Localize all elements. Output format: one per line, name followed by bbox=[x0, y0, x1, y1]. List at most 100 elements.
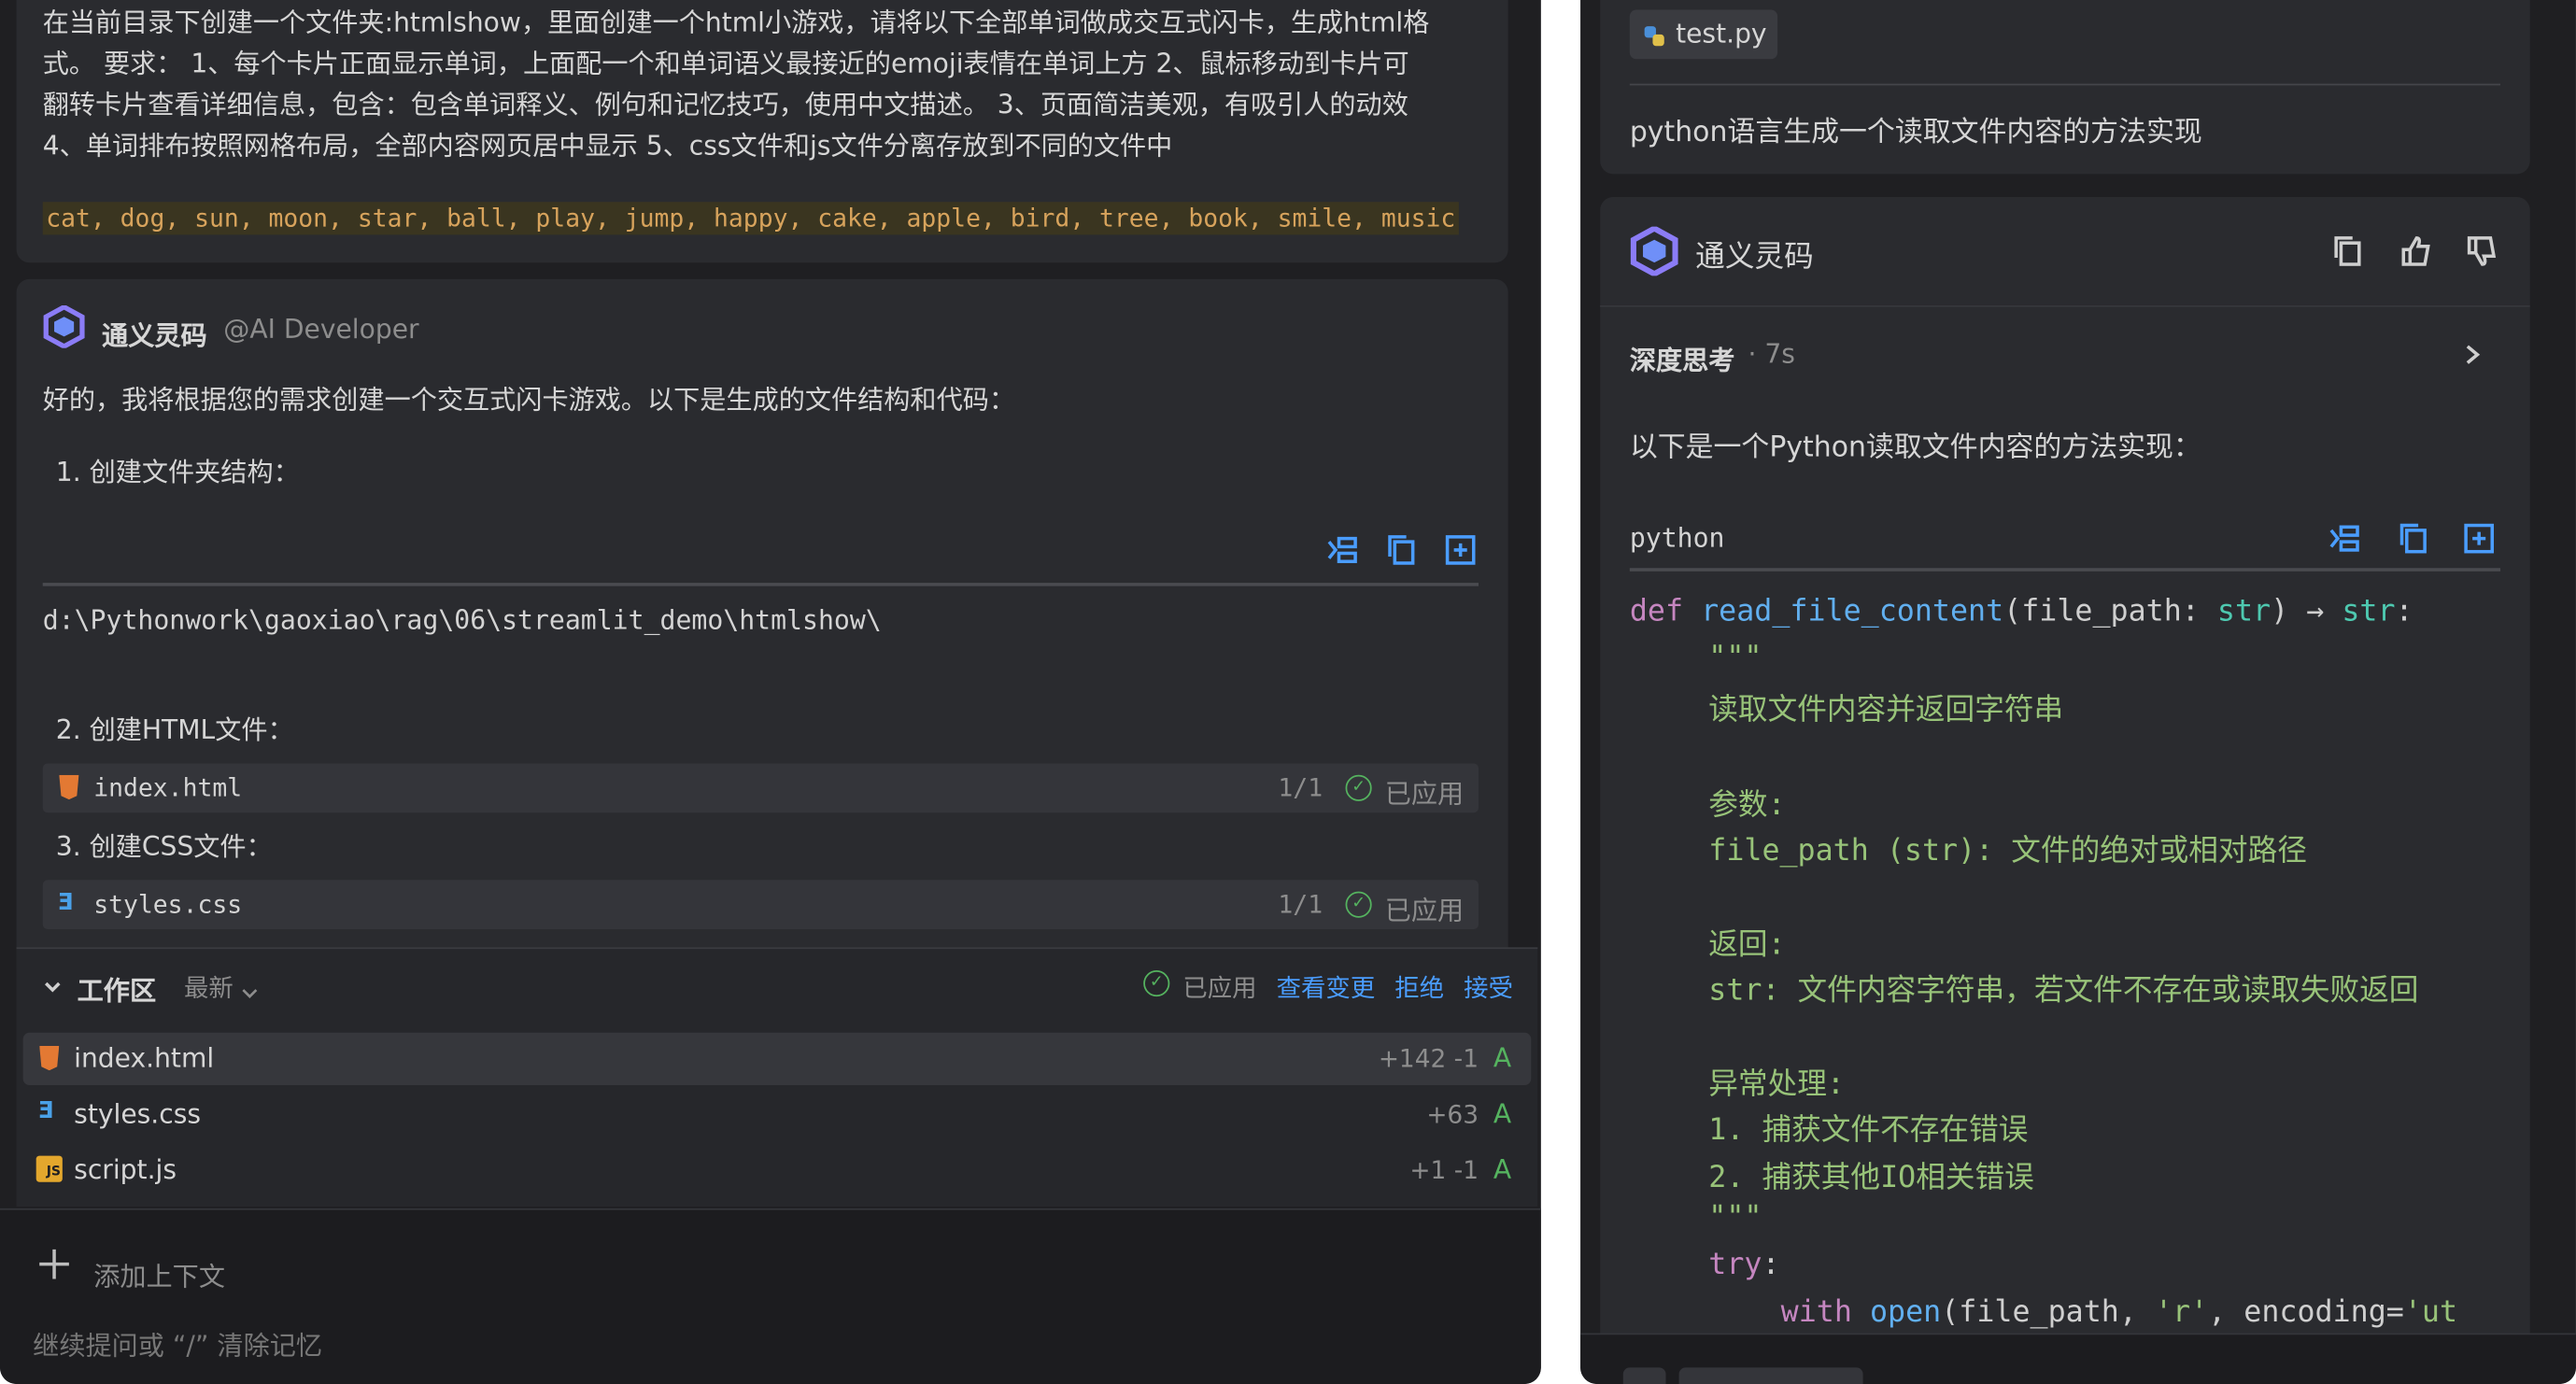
code-token: (file_path, bbox=[1941, 1295, 2155, 1330]
code-line: """ bbox=[1708, 1200, 1762, 1236]
code-token: : bbox=[2395, 594, 2413, 629]
tongyi-logo-icon bbox=[1630, 225, 1679, 277]
copy-answer-icon[interactable] bbox=[2329, 233, 2366, 270]
tongyi-logo-icon bbox=[43, 304, 86, 349]
add-context-plus-icon[interactable] bbox=[36, 1246, 73, 1282]
user-prompt-card: 在当前目录下创建一个文件夹:htmlshow，里面创建一个html小游戏，请将以… bbox=[16, 0, 1508, 263]
workspace-file-row[interactable]: Ǝ styles.css +63 A bbox=[23, 1089, 1532, 1141]
code-line: 2. 捕获其他IO相关错误 bbox=[1708, 1160, 2034, 1195]
code-token: 'r' bbox=[2154, 1295, 2209, 1330]
workspace-file-name: styles.css bbox=[74, 1098, 202, 1130]
reject-link[interactable]: 拒绝 bbox=[1394, 970, 1444, 1005]
code-line: 异常处理: bbox=[1708, 1066, 1845, 1102]
copy-code-icon[interactable] bbox=[1383, 532, 1420, 569]
accept-link[interactable]: 接受 bbox=[1464, 970, 1513, 1005]
question-text: python语言生成一个读取文件内容的方法实现 bbox=[1629, 116, 2202, 149]
code-token: str bbox=[2216, 594, 2272, 629]
workspace-file-flag: A bbox=[1493, 1098, 1512, 1130]
workspace-file-diff: +1 -1 bbox=[1409, 1155, 1479, 1186]
chevron-right-icon[interactable] bbox=[2461, 342, 2484, 365]
folder-path: d:\Pythonwork\gaoxiao\rag\06\streamlit_d… bbox=[42, 603, 882, 636]
file-status: 已应用 bbox=[1384, 895, 1465, 926]
code-line: 参数: bbox=[1708, 787, 1786, 823]
mention-tag: @AI Developer bbox=[223, 313, 419, 346]
step1-label: 1. 创建文件夹结构： bbox=[55, 456, 300, 488]
step3-label: 3. 创建CSS文件： bbox=[55, 830, 273, 862]
code-line: 1. 捕获文件不存在错误 bbox=[1708, 1112, 2029, 1148]
prompt-line-1: 在当前目录下创建一个文件夹:htmlshow，里面创建一个html小游戏，请将以… bbox=[42, 7, 1430, 38]
code-token: : bbox=[1762, 1248, 1780, 1282]
code-line-try: try: bbox=[1708, 1248, 1779, 1282]
collapse-chevron-icon[interactable] bbox=[43, 972, 63, 993]
code-token: ) → bbox=[2271, 594, 2342, 629]
workspace-file-diff: +142 -1 bbox=[1378, 1044, 1479, 1074]
code-token: , encoding= bbox=[2208, 1295, 2404, 1330]
chat-input-placeholder[interactable]: 继续提问或 “/” 清除记忆 bbox=[33, 1323, 322, 1363]
assistant-name: 通义灵码 bbox=[102, 319, 207, 352]
left-chat-panel: 在当前目录下创建一个文件夹:htmlshow，里面创建一个html小游戏，请将以… bbox=[0, 0, 1541, 1384]
code-line: 返回: bbox=[1708, 927, 1786, 963]
workspace-file-name: index.html bbox=[74, 1042, 215, 1074]
question-divider bbox=[1629, 83, 2501, 86]
prompt-word-list: cat, dog, sun, moon, star, ball, play, j… bbox=[42, 202, 1459, 235]
code-token: open bbox=[1869, 1295, 1942, 1330]
prompt-line-2: 式。 要求： 1、每个卡片正面显示单词，上面配一个和单词语义最接近的emoji表… bbox=[42, 47, 1409, 79]
code-token: read_file_content bbox=[1701, 594, 2004, 629]
new-file-icon[interactable] bbox=[2461, 520, 2498, 557]
code-line: 读取文件内容并返回字符串 bbox=[1708, 692, 2064, 727]
thumbs-down-icon[interactable] bbox=[2464, 233, 2500, 270]
code-line-def: def read_file_content(file_path: str) → … bbox=[1630, 594, 2413, 628]
file-card-styles-css[interactable]: Ǝ styles.css 1/1 ✓ 已应用 bbox=[42, 880, 1479, 930]
file-tag-label: test.py bbox=[1676, 18, 1767, 49]
css-file-icon: Ǝ bbox=[37, 1098, 54, 1125]
sort-dropdown[interactable]: 最新 bbox=[184, 970, 234, 1005]
workspace-file-row[interactable]: index.html +142 -1 A bbox=[22, 1032, 1532, 1086]
code-token: try bbox=[1708, 1248, 1762, 1282]
file-card-index-html[interactable]: index.html 1/1 ✓ 已应用 bbox=[42, 763, 1479, 813]
python-icon bbox=[1643, 23, 1666, 47]
file-name: styles.css bbox=[93, 889, 243, 920]
css-file-icon: Ǝ bbox=[57, 889, 74, 916]
file-tag[interactable]: test.py bbox=[1629, 9, 1778, 60]
workspace-file-flag: A bbox=[1493, 1153, 1512, 1186]
file-status: 已应用 bbox=[1384, 778, 1465, 810]
code-line: str: 文件内容字符串，若文件不存在或读取失败返回 bbox=[1708, 973, 2419, 1009]
workspace-applied: 已应用 bbox=[1182, 973, 1257, 1004]
view-changes-link[interactable]: 查看变更 bbox=[1277, 970, 1376, 1005]
insert-code-icon[interactable] bbox=[1324, 532, 1361, 569]
applied-check-icon: ✓ bbox=[1345, 891, 1372, 918]
header-divider bbox=[1600, 304, 2530, 307]
chevron-down-icon[interactable] bbox=[242, 977, 259, 998]
assistant-reply-card: 通义灵码 @AI Developer 好的，我将根据您的需求创建一个交互式闪卡游… bbox=[16, 278, 1508, 969]
answer-intro: 以下是一个Python读取文件内容的方法实现： bbox=[1629, 431, 2201, 465]
html-file-icon bbox=[39, 1045, 60, 1071]
right-chat-panel: test.py python语言生成一个读取文件内容的方法实现 通义灵码 深度思… bbox=[1580, 0, 2576, 1384]
code-token: 'ut bbox=[2403, 1295, 2458, 1330]
workspace-file-diff: +63 bbox=[1426, 1099, 1479, 1130]
code-language: python bbox=[1629, 522, 1725, 554]
code-block: def read_file_content(file_path: str) → … bbox=[1600, 578, 2500, 1334]
insert-code-icon[interactable] bbox=[2327, 520, 2363, 557]
thinking-time: · 7s bbox=[1748, 338, 1795, 370]
code-line-with: with open(file_path, 'r', encoding='ut bbox=[1781, 1295, 2457, 1330]
add-context-plus-icon[interactable] bbox=[1622, 1367, 1666, 1384]
thumbs-up-icon[interactable] bbox=[2399, 233, 2435, 270]
right-input-area[interactable] bbox=[1580, 1333, 2576, 1384]
new-file-icon[interactable] bbox=[1442, 532, 1479, 569]
deep-thinking-label[interactable]: 深度思考 bbox=[1630, 338, 1735, 377]
code-token: def bbox=[1629, 594, 1684, 629]
workspace-title: 工作区 bbox=[77, 975, 157, 1007]
step2-label: 2. 创建HTML文件： bbox=[55, 713, 294, 746]
prompt-line-4: 4、单词排布按照网格布局，全部内容网页居中显示 5、css文件和js文件分离存放… bbox=[42, 129, 1173, 162]
code-token: str bbox=[2342, 594, 2396, 629]
code-token: (file_path: bbox=[2003, 594, 2217, 629]
workspace-file-flag: A bbox=[1493, 1042, 1512, 1074]
file-count: 1/1 bbox=[1278, 889, 1323, 920]
workspace-file-row[interactable]: JS script.js +1 -1 A bbox=[23, 1144, 1532, 1196]
user-question-card: test.py python语言生成一个读取文件内容的方法实现 bbox=[1600, 0, 2530, 175]
code-block-divider bbox=[42, 583, 1479, 586]
context-chip[interactable] bbox=[1678, 1367, 1863, 1384]
add-context-button[interactable]: 添加上下文 bbox=[93, 1254, 225, 1293]
copy-code-icon[interactable] bbox=[2395, 520, 2431, 557]
chat-input-area[interactable]: 添加上下文 继续提问或 “/” 清除记忆 bbox=[0, 1207, 1541, 1384]
